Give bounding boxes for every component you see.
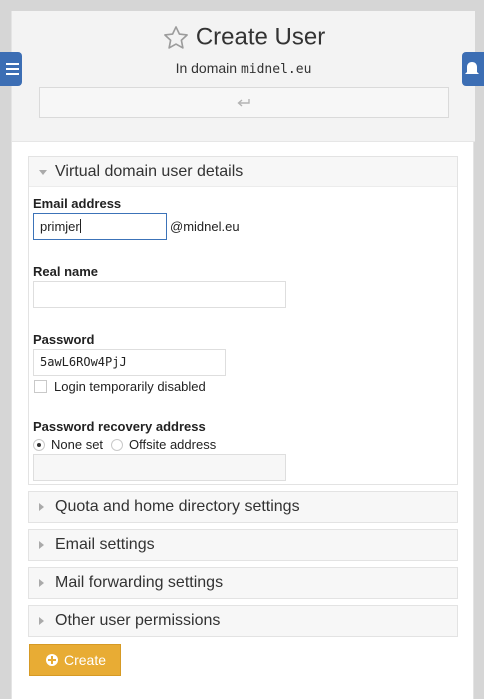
domain-subtitle: In domain midnel.eu xyxy=(12,60,475,77)
panel-title: Quota and home directory settings xyxy=(55,498,300,515)
email-domain-suffix: @midnel.eu xyxy=(170,219,240,234)
notifications-button[interactable] xyxy=(462,52,484,86)
mail-forwarding-header[interactable]: Mail forwarding settings xyxy=(29,568,457,598)
caret-right-icon xyxy=(39,617,44,625)
email-value: primjer xyxy=(40,219,80,234)
caret-right-icon xyxy=(39,541,44,549)
none-set-radio[interactable] xyxy=(33,439,45,451)
user-details-panel: Virtual domain user details Email addres… xyxy=(28,156,458,485)
subtitle-prefix: In domain xyxy=(175,60,238,76)
quota-settings-panel[interactable]: Quota and home directory settings xyxy=(28,491,458,523)
real-name-field[interactable] xyxy=(33,281,286,308)
caret-right-icon xyxy=(39,503,44,511)
plus-circle-icon xyxy=(46,654,58,666)
password-value: 5awL6ROw4PjJ xyxy=(40,355,127,369)
panel-title: Virtual domain user details xyxy=(55,163,244,180)
caret-down-icon xyxy=(39,170,47,175)
email-settings-header[interactable]: Email settings xyxy=(29,530,457,560)
create-button-label: Create xyxy=(64,652,107,668)
password-field[interactable]: 5awL6ROw4PjJ xyxy=(33,349,226,376)
return-button[interactable] xyxy=(39,87,449,118)
email-settings-panel[interactable]: Email settings xyxy=(28,529,458,561)
email-label: Email address xyxy=(33,196,122,211)
recovery-label: Password recovery address xyxy=(33,419,206,434)
offsite-address-radio[interactable] xyxy=(111,439,123,451)
mail-forwarding-panel[interactable]: Mail forwarding settings xyxy=(28,567,458,599)
email-field[interactable]: primjer xyxy=(33,213,167,240)
real-name-label: Real name xyxy=(33,264,99,279)
user-details-panel-header[interactable]: Virtual domain user details xyxy=(29,157,457,187)
domain-name: midnel.eu xyxy=(240,62,312,77)
login-disabled-label: Login temporarily disabled xyxy=(54,379,206,394)
return-arrow-icon xyxy=(237,98,250,107)
password-label: Password xyxy=(33,332,95,347)
login-disabled-checkbox[interactable] xyxy=(34,380,47,393)
page-title: Create User xyxy=(195,23,326,51)
star-icon[interactable] xyxy=(162,24,190,52)
panel-title: Mail forwarding settings xyxy=(55,574,224,591)
caret-right-icon xyxy=(39,579,44,587)
offsite-address-label: Offsite address xyxy=(129,437,217,452)
user-permissions-panel[interactable]: Other user permissions xyxy=(28,605,458,637)
none-set-label: None set xyxy=(51,437,104,452)
offsite-address-field[interactable] xyxy=(33,454,286,481)
menu-toggle-button[interactable] xyxy=(0,52,22,86)
page-header: Create User In domain midnel.eu xyxy=(12,11,475,142)
bell-icon xyxy=(465,62,479,74)
panel-title: Email settings xyxy=(55,536,155,553)
text-cursor xyxy=(79,219,81,233)
user-permissions-header[interactable]: Other user permissions xyxy=(29,606,457,636)
quota-settings-header[interactable]: Quota and home directory settings xyxy=(29,492,457,522)
create-button[interactable]: Create xyxy=(29,644,121,676)
panel-title: Other user permissions xyxy=(55,612,221,629)
title-row: Create User xyxy=(12,23,475,53)
